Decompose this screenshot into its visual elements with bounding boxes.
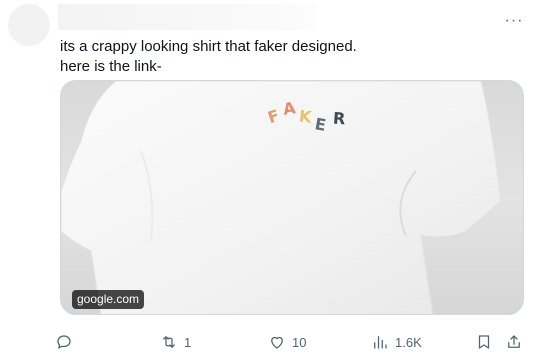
share-icon [508,335,520,348]
like-count: 10 [292,334,307,350]
retweet-button[interactable]: 1 [160,330,191,354]
views-icon [374,336,387,349]
retweet-icon [163,336,175,348]
print-letter-k: K [298,106,313,127]
reply-button[interactable] [55,330,73,354]
avatar[interactable] [8,4,50,46]
source-badge[interactable]: google.com [72,290,145,309]
heart-icon [271,336,283,349]
bookmark-button[interactable] [475,330,493,354]
like-button[interactable]: 10 [268,330,306,354]
reply-icon [57,335,71,349]
faker-print: F A K E R [265,97,368,147]
print-letter-e: E [313,114,328,135]
more-options-button[interactable]: ··· [500,10,528,32]
author-header[interactable] [58,4,316,30]
share-button[interactable] [505,330,523,354]
tweet-text-line-1: its a crappy looking shirt that faker de… [60,38,357,55]
media-card[interactable]: F A K E R google.com [60,80,524,315]
views-count: 1.6K [395,334,422,350]
tweet-text: its a crappy looking shirt that faker de… [60,37,510,77]
action-bar: 1 10 1.6K [55,330,530,354]
print-letter-r: R [332,108,346,129]
retweet-count: 1 [184,334,192,350]
tweet-text-line-2: here is the link- [60,58,162,75]
bookmark-icon [478,335,490,349]
print-letter-a: A [281,98,297,119]
print-letter-f: F [265,105,282,128]
views-button[interactable]: 1.6K [371,330,422,354]
